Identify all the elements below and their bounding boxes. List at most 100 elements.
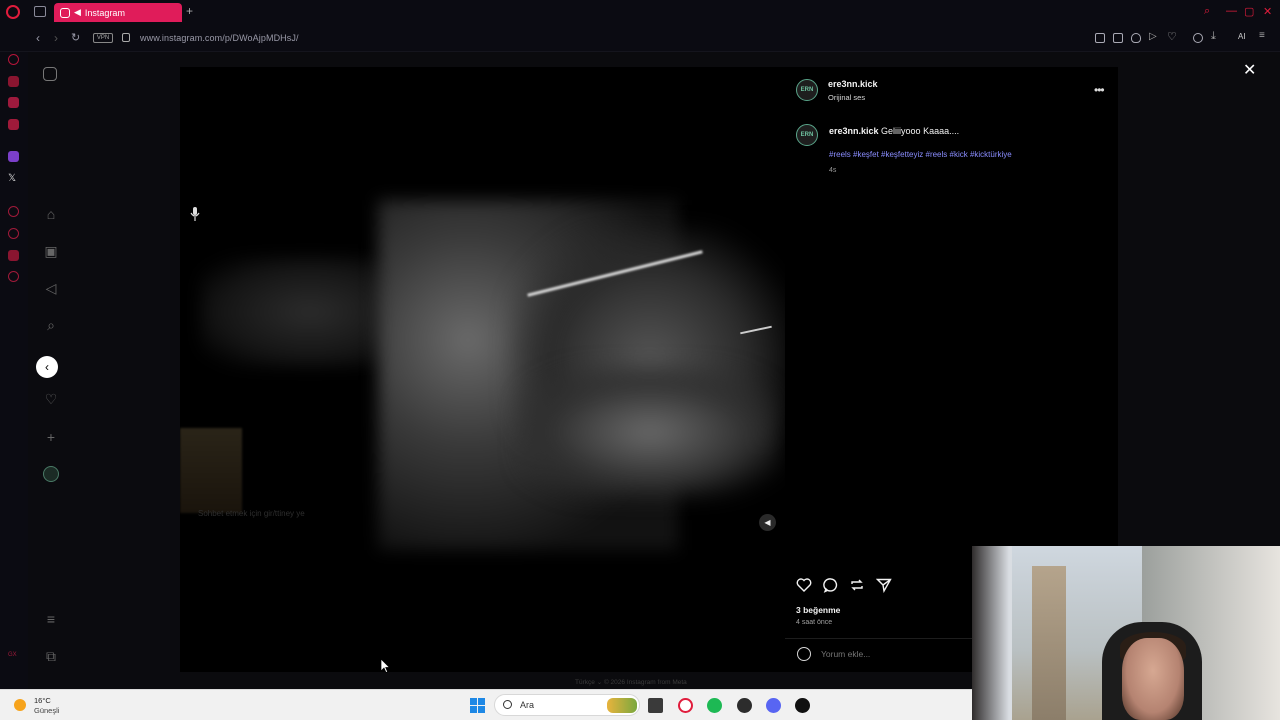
more-options-icon[interactable]: •••: [1094, 83, 1105, 97]
x-twitter-icon[interactable]: 𝕏: [8, 173, 19, 184]
forward-icon[interactable]: ›: [54, 31, 58, 45]
caption-time: 4s: [829, 167, 837, 174]
repost-icon[interactable]: [849, 577, 865, 593]
microphone-icon[interactable]: [189, 207, 201, 221]
emoji-icon[interactable]: [797, 647, 811, 661]
screen: ◀ Instagram + ⌕ — ▢ ✕ ‹ › ↻ VPN www.inst…: [0, 0, 1280, 720]
settings-icon[interactable]: [8, 271, 19, 282]
copyright-text: © 2026 Instagram from Meta: [603, 679, 687, 686]
windows-taskbar: 16°C Güneşli Ara: [0, 689, 972, 720]
weather-temperature[interactable]: 16°C: [34, 696, 51, 705]
video-frame: [520, 367, 780, 497]
create-icon[interactable]: +: [43, 429, 59, 445]
sidebar-app-icon[interactable]: [8, 250, 19, 261]
opera-gx-icon[interactable]: [678, 698, 693, 713]
more-menu-icon[interactable]: ≡: [43, 611, 59, 627]
reel-video[interactable]: Sohbet etmek için gir/ttiney ye ◀: [180, 67, 785, 672]
instagram-logo-icon[interactable]: [43, 67, 57, 81]
post-time: 4 saat önce: [796, 619, 833, 626]
shield-icon[interactable]: [1131, 33, 1141, 43]
likes-count[interactable]: 3 beğenme: [796, 605, 840, 615]
maximize-button[interactable]: ▢: [1244, 5, 1254, 18]
audio-label[interactable]: Orijinal ses: [828, 93, 865, 102]
language-selector[interactable]: Türkçe: [575, 679, 595, 686]
reload-icon[interactable]: ↻: [71, 31, 80, 44]
comment-icon[interactable]: [823, 577, 839, 593]
taskbar-search[interactable]: Ara: [494, 694, 640, 716]
search-tabs-icon[interactable]: ⌕: [1204, 5, 1210, 18]
tab-title: Instagram: [84, 7, 125, 18]
mouse-cursor-icon: [381, 659, 390, 673]
sidebar-app-icon[interactable]: [8, 76, 19, 87]
video-overlay-text: Sohbet etmek için gir/ttiney ye: [198, 509, 305, 518]
notifications-icon[interactable]: ♡: [43, 391, 59, 407]
also-from-meta-icon[interactable]: ⧉: [43, 648, 59, 664]
lock-icon[interactable]: [122, 33, 130, 42]
comment-input[interactable]: [821, 649, 961, 659]
discord-icon[interactable]: [766, 698, 781, 713]
opera-sidebar: 𝕏 GX: [0, 52, 28, 689]
like-icon[interactable]: [796, 577, 812, 593]
vpn-badge[interactable]: VPN: [93, 33, 113, 43]
profile-avatar[interactable]: [43, 466, 59, 482]
twitch-icon[interactable]: [8, 151, 19, 162]
chevron-down-icon: ⌄: [596, 679, 604, 686]
search-icon: [503, 700, 512, 709]
search-icon[interactable]: ⌕: [43, 317, 59, 333]
caption-text: Geliiiyooo Kaaaa....: [881, 126, 960, 136]
new-tab-button[interactable]: +: [186, 4, 193, 18]
footer: Türkçe ⌄ © 2026 Instagram from Meta: [575, 678, 687, 686]
instagram-favicon-icon: [60, 7, 70, 18]
messages-icon[interactable]: ◁: [43, 280, 59, 296]
search-label: Ara: [520, 700, 535, 710]
task-view-icon[interactable]: [648, 698, 663, 713]
caption-hashtags[interactable]: #reels #keşfet #keşfetteyiz #reels #kick…: [829, 150, 1012, 159]
author-username[interactable]: ere3nn.kick: [828, 79, 878, 89]
webcam-overlay: [972, 546, 1280, 720]
caption-username[interactable]: ere3nn.kick: [829, 126, 879, 136]
bookmark-icon[interactable]: [1095, 33, 1105, 43]
download-icon[interactable]: ⤓: [1211, 30, 1221, 42]
weather-description[interactable]: Güneşli: [34, 706, 59, 715]
webcam-building: [1032, 566, 1066, 720]
author-avatar[interactable]: ERN: [796, 79, 818, 101]
webcam-person: [1122, 638, 1184, 720]
url-text[interactable]: www.instagram.com/p/DWoAjpMDHsJ/: [140, 33, 299, 43]
minimize-button[interactable]: —: [1226, 5, 1237, 17]
spotify-icon[interactable]: [707, 698, 722, 713]
streamer-cam: [180, 428, 242, 513]
sidebar-app-icon[interactable]: [8, 119, 19, 130]
address-bar: ‹ › ↻ VPN www.instagram.com/p/DWoAjpMDHs…: [0, 24, 1280, 52]
close-post-icon[interactable]: ✕: [1243, 60, 1256, 80]
browser-tab-bar: ◀ Instagram + ⌕ — ▢ ✕: [0, 0, 1280, 24]
menu-icon[interactable]: ≡: [1259, 30, 1269, 41]
tab-instagram[interactable]: ◀ Instagram: [54, 3, 182, 22]
caption: ere3nn.kick Geliiiyooo Kaaaa....: [829, 126, 959, 136]
sidebar-app-icon[interactable]: [8, 228, 19, 239]
share-icon[interactable]: [876, 577, 892, 593]
aria-ai-button[interactable]: AI: [1238, 32, 1246, 41]
speaker-icon[interactable]: ◀: [74, 7, 81, 18]
sidebar-app-icon[interactable]: [8, 97, 19, 108]
previous-post-button[interactable]: ‹: [36, 356, 58, 378]
workspaces-icon[interactable]: [34, 6, 46, 17]
play-icon[interactable]: ▷: [1149, 31, 1159, 42]
search-highlight-icon: [607, 698, 637, 713]
back-icon[interactable]: ‹: [36, 31, 40, 45]
sun-icon[interactable]: [14, 699, 26, 711]
snapshot-icon[interactable]: [1113, 33, 1123, 43]
heart-icon[interactable]: ♡: [1167, 30, 1177, 43]
home-icon[interactable]: ⌂: [43, 206, 59, 222]
sidebar-app-icon[interactable]: [8, 206, 19, 217]
account-icon[interactable]: [1193, 33, 1203, 43]
sidebar-more-icon[interactable]: GX: [8, 652, 19, 663]
audio-toggle-button[interactable]: ◀: [759, 514, 776, 531]
caption-avatar[interactable]: ERN: [796, 124, 818, 146]
sidebar-app-icon[interactable]: [8, 54, 19, 65]
windows-start-icon[interactable]: [470, 698, 485, 713]
close-window-button[interactable]: ✕: [1263, 5, 1272, 18]
app-icon[interactable]: [795, 698, 810, 713]
opera-logo-icon[interactable]: [6, 5, 20, 19]
reels-icon[interactable]: ▣: [43, 243, 59, 259]
app-icon[interactable]: [737, 698, 752, 713]
